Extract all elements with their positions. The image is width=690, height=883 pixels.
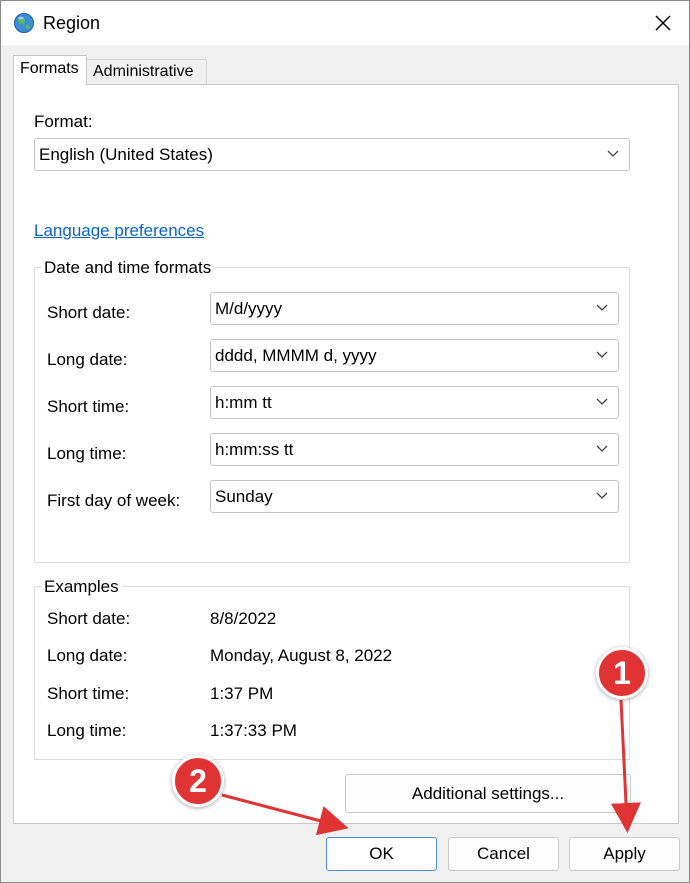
examples-group: Examples Short date: 8/8/2022 Long date:… — [34, 577, 630, 760]
short-time-label: Short time: — [47, 397, 130, 416]
first-day-of-week-label: First day of week: — [47, 491, 181, 510]
first-day-of-week-value: Sunday — [215, 487, 273, 506]
examples-legend: Examples — [41, 577, 122, 597]
long-date-label: Long date: — [47, 350, 128, 369]
chevron-down-icon — [596, 398, 608, 405]
example-short-date-label: Short date: — [47, 609, 131, 628]
language-preferences-link[interactable]: Language preferences — [34, 221, 204, 241]
first-day-of-week-dropdown[interactable]: Sunday — [210, 480, 619, 513]
additional-settings-button[interactable]: Additional settings... — [345, 774, 631, 813]
format-value: English (United States) — [39, 145, 213, 164]
example-long-date-label: Long date: — [47, 646, 128, 665]
format-dropdown[interactable]: English (United States) — [34, 138, 630, 171]
example-long-date-value: Monday, August 8, 2022 — [210, 646, 393, 665]
chevron-down-icon — [607, 150, 619, 157]
formats-panel: Format: English (United States) Language… — [13, 84, 679, 824]
long-date-value: dddd, MMMM d, yyyy — [215, 346, 377, 365]
example-long-time-value: 1:37:33 PM — [210, 721, 297, 740]
step-1-badge: 1 — [596, 647, 648, 699]
ok-button[interactable]: OK — [326, 837, 437, 871]
tab-administrative[interactable]: Administrative — [87, 59, 207, 85]
long-time-value: h:mm:ss tt — [215, 440, 294, 459]
chevron-down-icon — [596, 351, 608, 358]
title-bar[interactable]: Region — [1, 1, 689, 45]
short-date-dropdown[interactable]: M/d/yyyy — [210, 292, 619, 325]
chevron-down-icon — [596, 304, 608, 311]
close-button[interactable] — [637, 1, 689, 45]
chevron-down-icon — [596, 492, 608, 499]
example-long-time-label: Long time: — [47, 721, 127, 740]
long-time-label: Long time: — [47, 444, 127, 463]
short-time-dropdown[interactable]: h:mm tt — [210, 386, 619, 419]
date-time-formats-group: Date and time formats Short date: M/d/yy… — [34, 258, 630, 563]
example-short-date-value: 8/8/2022 — [210, 609, 277, 628]
step-2-badge: 2 — [172, 755, 224, 807]
cancel-button[interactable]: Cancel — [448, 837, 559, 871]
short-date-label: Short date: — [47, 303, 131, 322]
short-date-value: M/d/yyyy — [215, 299, 283, 318]
format-label: Format: — [34, 112, 93, 131]
chevron-down-icon — [596, 445, 608, 452]
example-short-time-value: 1:37 PM — [210, 684, 274, 703]
long-time-dropdown[interactable]: h:mm:ss tt — [210, 433, 619, 466]
globe-icon — [14, 13, 34, 33]
apply-button[interactable]: Apply — [569, 837, 680, 871]
window-title: Region — [43, 13, 101, 33]
example-short-time-label: Short time: — [47, 684, 130, 703]
tab-formats[interactable]: Formats — [13, 55, 87, 85]
long-date-dropdown[interactable]: dddd, MMMM d, yyyy — [210, 339, 619, 372]
close-icon — [655, 15, 671, 31]
short-time-value: h:mm tt — [215, 393, 272, 412]
region-dialog: Region Formats Administrative Format: En… — [0, 0, 690, 883]
date-time-formats-legend: Date and time formats — [41, 258, 215, 278]
